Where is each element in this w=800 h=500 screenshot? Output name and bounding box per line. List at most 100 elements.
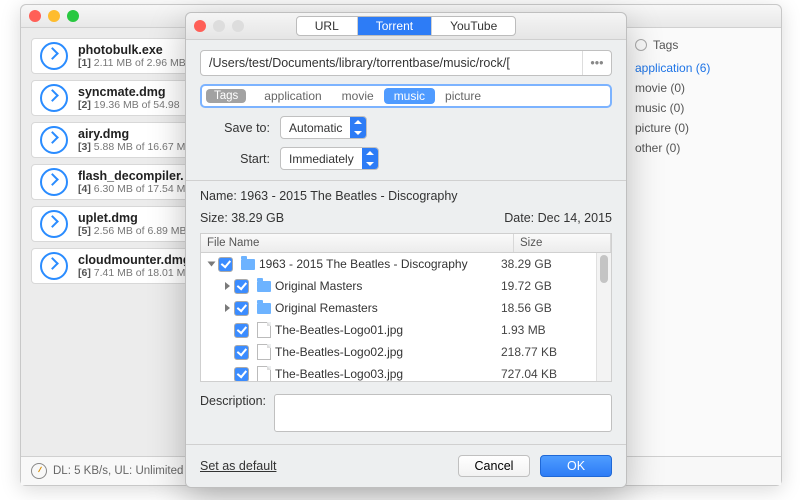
saveto-label: Save to:: [200, 121, 270, 135]
description-label: Description:: [200, 394, 266, 408]
download-progress: [3] 5.88 MB of 16.67 MB: [78, 141, 192, 153]
tag-filter[interactable]: other (0): [627, 138, 777, 158]
file-name: 1963 - 2015 The Beatles - Discography: [259, 257, 501, 271]
download-name: photobulk.exe: [78, 43, 186, 57]
file-icon: [257, 322, 271, 338]
col-filename[interactable]: File Name: [201, 234, 514, 252]
file-size: 1.93 MB: [501, 323, 607, 337]
download-progress: [4] 6.30 MB of 17.54 M: [78, 183, 185, 195]
file-name: The-Beatles-Logo01.jpg: [275, 323, 501, 337]
file-size: 19.72 GB: [501, 279, 607, 293]
checkbox[interactable]: [234, 279, 249, 294]
cancel-button[interactable]: Cancel: [458, 455, 530, 477]
file-table: File Name Size 1963 - 2015 The Beatles -…: [200, 233, 612, 382]
folder-icon: [257, 281, 271, 292]
checkbox[interactable]: [234, 323, 249, 338]
file-name: The-Beatles-Logo02.jpg: [275, 345, 501, 359]
folder-icon: [257, 303, 271, 314]
download-progress: [2] 19.36 MB of 54.98: [78, 99, 180, 111]
download-name: cloudmounter.dmg: [78, 253, 191, 267]
close-icon[interactable]: [194, 20, 206, 32]
minimize-icon: [213, 20, 225, 32]
download-icon: [40, 252, 68, 280]
chevron-updown-icon: [362, 148, 378, 169]
torrent-name: Name: 1963 - 2015 The Beatles - Discogra…: [200, 189, 612, 203]
start-label: Start:: [200, 152, 270, 166]
table-row[interactable]: Original Remasters18.56 GB: [201, 297, 611, 319]
download-name: uplet.dmg: [78, 211, 187, 225]
tags-header: Tags: [627, 38, 777, 58]
add-download-dialog: URL Torrent YouTube /Users/test/Document…: [185, 12, 627, 488]
folder-icon: [241, 259, 255, 270]
source-tabs[interactable]: URL Torrent YouTube: [296, 16, 517, 36]
minimize-icon[interactable]: [48, 10, 60, 22]
download-icon: [40, 42, 68, 70]
disclosure-triangle-icon[interactable]: [225, 304, 230, 312]
scrollbar[interactable]: [596, 253, 611, 381]
table-row[interactable]: The-Beatles-Logo02.jpg218.77 KB: [201, 341, 611, 363]
file-name: The-Beatles-Logo03.jpg: [275, 367, 501, 381]
tag-filter[interactable]: movie (0): [627, 78, 777, 98]
description-input[interactable]: [274, 394, 612, 432]
tag-chip[interactable]: application: [254, 88, 331, 104]
download-icon: [40, 84, 68, 112]
path-text: /Users/test/Documents/library/torrentbas…: [201, 56, 582, 70]
tags-title: Tags: [653, 38, 678, 52]
download-name: syncmate.dmg: [78, 85, 180, 99]
file-size: 38.29 GB: [501, 257, 607, 271]
checkbox[interactable]: [234, 367, 249, 382]
download-progress: [6] 7.41 MB of 18.01 M: [78, 267, 191, 279]
tag-filter[interactable]: picture (0): [627, 118, 777, 138]
tag-chip[interactable]: music: [384, 88, 435, 104]
file-name: Original Remasters: [275, 301, 501, 315]
download-icon: [40, 168, 68, 196]
tag-filter[interactable]: music (0): [627, 98, 777, 118]
tags-label: Tags: [206, 89, 246, 103]
col-size[interactable]: Size: [514, 234, 611, 252]
table-row[interactable]: 1963 - 2015 The Beatles - Discography38.…: [201, 253, 611, 275]
file-size: 18.56 GB: [501, 301, 607, 315]
checkbox[interactable]: [218, 257, 233, 272]
checkbox[interactable]: [234, 345, 249, 360]
disclosure-triangle-icon[interactable]: [208, 262, 216, 267]
tag-chip[interactable]: picture: [435, 88, 491, 104]
file-icon: [257, 344, 271, 360]
zoom-icon: [232, 20, 244, 32]
download-icon: [40, 126, 68, 154]
torrent-date: Date: Dec 14, 2015: [504, 211, 612, 225]
file-icon: [257, 366, 271, 381]
download-name: flash_decompiler.: [78, 169, 185, 183]
download-progress: [5] 2.56 MB of 6.89 MB: [78, 225, 187, 237]
dialog-titlebar: URL Torrent YouTube: [186, 13, 626, 40]
table-row[interactable]: The-Beatles-Logo01.jpg1.93 MB: [201, 319, 611, 341]
tags-radio-icon: [635, 39, 647, 51]
status-text: DL: 5 KB/s, UL: Unlimited: [53, 465, 183, 477]
tab-youtube[interactable]: YouTube: [432, 17, 515, 35]
tag-bar[interactable]: Tags applicationmoviemusicpicture: [200, 84, 612, 108]
file-name: Original Masters: [275, 279, 501, 293]
download-icon: [40, 210, 68, 238]
tags-sidebar: Tags application (6)movie (0)music (0)pi…: [622, 28, 781, 458]
browse-button[interactable]: •••: [582, 51, 611, 75]
ok-button[interactable]: OK: [540, 455, 612, 477]
file-size: 218.77 KB: [501, 345, 607, 359]
gauge-icon: [31, 463, 47, 479]
path-field[interactable]: /Users/test/Documents/library/torrentbas…: [200, 50, 612, 76]
start-select[interactable]: Immediately: [280, 147, 379, 170]
file-size: 727.04 KB: [501, 367, 607, 381]
disclosure-triangle-icon[interactable]: [225, 282, 230, 290]
table-row[interactable]: The-Beatles-Logo03.jpg727.04 KB: [201, 363, 611, 381]
tab-torrent[interactable]: Torrent: [358, 17, 432, 35]
table-row[interactable]: Original Masters19.72 GB: [201, 275, 611, 297]
torrent-size: Size: 38.29 GB: [200, 211, 504, 225]
tab-url[interactable]: URL: [297, 17, 358, 35]
tag-chip[interactable]: movie: [332, 88, 384, 104]
download-name: airy.dmg: [78, 127, 192, 141]
download-progress: [1] 2.11 MB of 2.96 MB: [78, 57, 186, 69]
set-default-link[interactable]: Set as default: [200, 459, 276, 473]
saveto-select[interactable]: Automatic: [280, 116, 367, 139]
tag-filter[interactable]: application (6): [627, 58, 777, 78]
zoom-icon[interactable]: [67, 10, 79, 22]
checkbox[interactable]: [234, 301, 249, 316]
close-icon[interactable]: [29, 10, 41, 22]
